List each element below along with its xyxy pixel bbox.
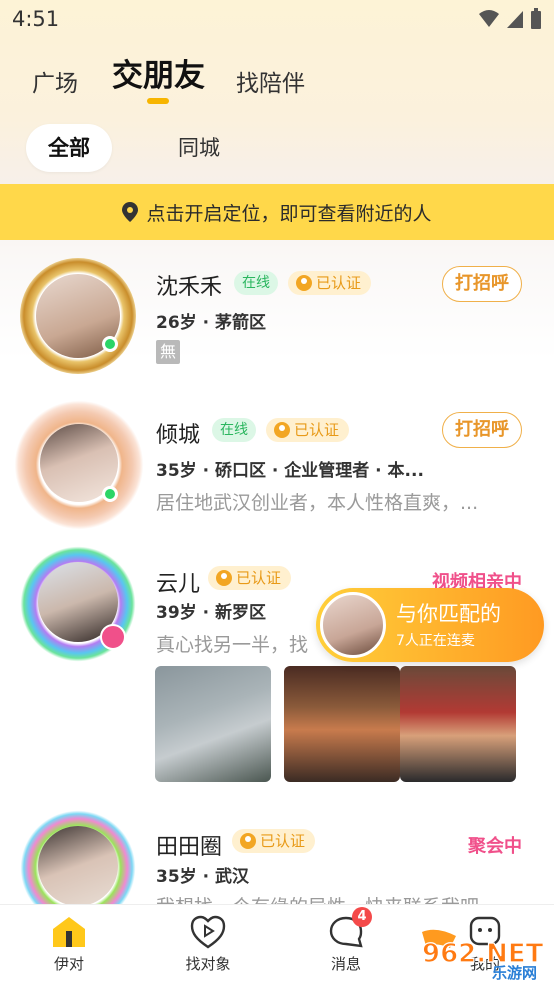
verified-icon [240,833,256,849]
user-bio: 居住地武汉创业者，本人性格直爽，... [156,492,479,514]
post-photo[interactable] [155,666,271,782]
verified-badge: 已认证 [266,418,350,442]
verified-badge: 已认证 [288,271,372,295]
filter-all[interactable]: 全部 [26,124,112,172]
avatar[interactable] [20,546,136,662]
user-name: 云儿 [156,572,201,597]
user-meta: 35岁 · 武汉 [156,867,249,887]
watermark-sub: 乐游网 [492,964,537,982]
user-bio: 真心找另一半，找 [156,634,309,656]
nav-messages[interactable]: 4 消息 [301,907,391,974]
verified-icon [216,570,232,586]
filter-row: 全部 同城 [26,124,242,172]
filter-same-city[interactable]: 同城 [156,124,242,172]
status-time: 4:51 [12,7,60,31]
greet-button[interactable]: 打招呼 [442,266,522,302]
home-icon [51,915,87,949]
signal-icon [507,11,523,28]
tab-find-companion[interactable]: 找陪伴 [236,64,305,98]
status-bar: 4:51 [0,0,554,40]
nav-home-label: 伊对 [53,955,84,973]
wifi-icon [479,10,499,27]
avatar[interactable] [14,400,144,530]
verified-badge: 已认证 [208,566,292,590]
post-photo[interactable] [284,666,400,782]
battery-icon [531,8,541,29]
location-banner-text: 点击开启定位，即可查看附近的人 [146,202,432,225]
online-badge: 在线 [212,418,256,442]
match-subtitle: 7人正在连麦 [396,633,475,649]
top-tabs: 广场 交朋友 找陪伴 [0,56,554,116]
user-name: 田田圈 [156,835,223,860]
user-name: 沈禾禾 [156,275,223,300]
live-audio-icon [100,624,126,650]
online-indicator [102,336,118,352]
user-meta: 39岁 · 新罗区 [156,603,266,623]
location-pin-icon [122,202,139,222]
user-name: 倾城 [156,423,201,448]
watermark-logo: 962.NET 乐游网 [416,928,552,982]
tab-make-friends[interactable]: 交朋友 [112,50,205,95]
nav-messages-label: 消息 [330,955,361,973]
user-meta: 26岁 · 茅箭区 [156,313,266,333]
match-popup[interactable]: 与你匹配的 7人正在连麦 [316,588,544,662]
nav-find-partner[interactable]: 找对象 [163,915,253,974]
message-count-badge: 4 [352,907,372,927]
post-photo[interactable] [400,666,516,782]
match-title: 与你匹配的 [396,602,501,626]
chat-bubble-icon: 4 [328,907,372,949]
user-meta: 35岁 · 硚口区 · 企业管理者 · 本... [156,461,424,481]
verified-icon [296,275,312,291]
verified-badge: 已认证 [232,829,316,853]
nav-find-partner-label: 找对象 [185,955,231,973]
tab-plaza[interactable]: 广场 [32,64,78,98]
user-tag: 無 [156,340,180,364]
active-tab-indicator [147,98,169,104]
online-badge: 在线 [234,271,278,295]
live-status: 聚会中 [468,836,522,857]
verified-icon [274,422,290,438]
match-avatar [320,592,386,658]
avatar[interactable] [20,258,136,374]
play-heart-icon [190,915,226,949]
online-indicator [102,486,118,502]
location-banner[interactable]: 点击开启定位，即可查看附近的人 [0,184,554,240]
nav-home[interactable]: 伊对 [24,915,114,974]
avatar-photo [38,826,118,906]
greet-button[interactable]: 打招呼 [442,412,522,448]
